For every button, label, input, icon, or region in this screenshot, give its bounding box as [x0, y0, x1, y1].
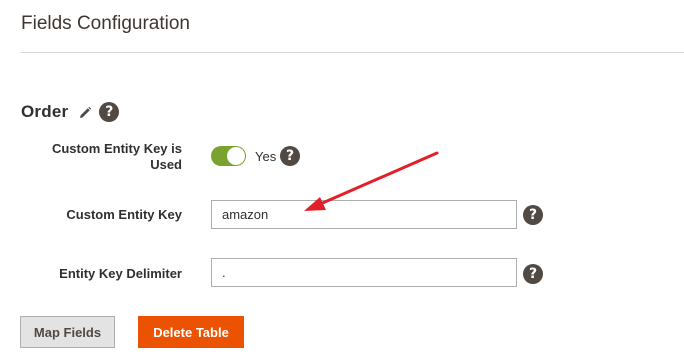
section-divider	[21, 52, 684, 53]
custom-entity-key-used-toggle[interactable]	[211, 146, 246, 166]
pencil-icon[interactable]	[77, 105, 93, 121]
annotation-arrow	[304, 151, 439, 211]
map-fields-button[interactable]: Map Fields	[20, 316, 115, 348]
section-title: Fields Configuration	[21, 13, 190, 34]
entity-key-delimiter-label: Entity Key Delimiter	[59, 266, 182, 281]
group-header: Order ?	[21, 101, 120, 123]
delete-table-button[interactable]: Delete Table	[138, 316, 244, 348]
custom-entity-key-label: Custom Entity Key	[66, 207, 182, 222]
toggle-help-icon[interactable]: ?	[280, 146, 300, 166]
group-help-icon[interactable]: ?	[99, 102, 120, 122]
custom-entity-key-help-icon[interactable]: ?	[523, 205, 543, 225]
toggle-state-label: Yes	[255, 149, 277, 164]
group-title: Order	[21, 102, 69, 121]
entity-key-delimiter-help-icon[interactable]: ?	[523, 264, 543, 284]
custom-entity-key-used-label: Custom Entity Key is Used	[51, 141, 182, 172]
toggle-knob	[227, 147, 245, 165]
custom-entity-key-input[interactable]	[211, 200, 517, 229]
entity-key-delimiter-input[interactable]	[211, 258, 517, 287]
